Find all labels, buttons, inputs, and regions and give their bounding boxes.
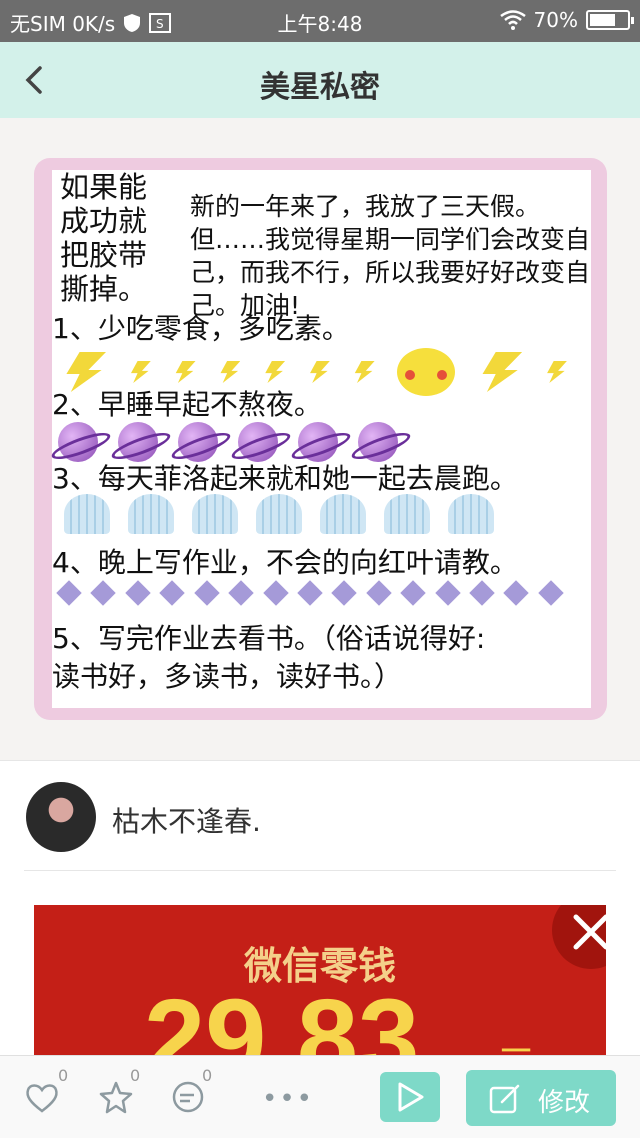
planet-decoration-row <box>58 422 398 462</box>
bottom-action-bar: 0 0 0 ••• 修改 <box>0 1055 640 1138</box>
ad-amount: 29.83 <box>144 977 420 1065</box>
favorite-count: 0 <box>130 1066 141 1085</box>
shell-icon <box>384 494 430 534</box>
bolt-icon <box>354 361 375 383</box>
post-item-1: 1、少吃零食，多吃素。 <box>52 312 350 345</box>
post-image-card[interactable]: 如果能 成功就 把胶带 撕掉。 新的一年来了，我放了三天假。但……我觉得星期一同… <box>34 158 607 720</box>
crystal-icon <box>366 580 392 606</box>
shell-icon <box>128 494 174 534</box>
crystal-icon <box>262 580 289 606</box>
edit-button[interactable]: 修改 <box>466 1070 616 1126</box>
crystal-icon <box>469 580 495 606</box>
status-right: 70% <box>499 8 634 32</box>
bolt-icon <box>310 361 330 383</box>
battery-icon <box>586 10 634 30</box>
play-button[interactable] <box>380 1072 440 1122</box>
bolt-icon <box>547 361 567 383</box>
planet-icon <box>358 422 398 462</box>
post-item-2: 2、早睡早起不熬夜。 <box>52 388 322 421</box>
side-note: 如果能 成功就 把胶带 撕掉。 <box>60 170 147 306</box>
wifi-icon <box>499 10 526 30</box>
bolt-icon <box>175 361 196 383</box>
shell-icon <box>64 494 110 534</box>
planet-icon <box>178 422 218 462</box>
crystal-icon <box>56 580 82 606</box>
status-bar: 无SIM 0K/s S 上午8:48 70% <box>0 0 640 42</box>
side-line: 把胶带 <box>60 238 148 272</box>
bolt-icon <box>482 352 523 392</box>
crystal-icon <box>434 580 461 606</box>
more-icon[interactable]: ••• <box>262 1084 314 1114</box>
side-line: 撕掉。 <box>60 272 148 306</box>
crystal-icon <box>125 580 151 606</box>
post-item-5-cont: 读书好，多读书，读好书。） <box>52 660 403 693</box>
side-line: 成功就 <box>60 204 148 238</box>
comment-icon[interactable] <box>170 1080 206 1116</box>
bolt-icon <box>130 361 151 383</box>
shell-decoration-row <box>64 494 494 534</box>
bolt-icon <box>265 361 286 383</box>
post-item-4: 4、晚上写作业，不会的向红叶请教。 <box>52 546 518 579</box>
crystal-icon <box>538 580 564 606</box>
crystal-icon <box>228 580 254 606</box>
side-line: 如果能 <box>60 170 148 204</box>
shell-icon <box>256 494 302 534</box>
planet-icon <box>58 422 98 462</box>
post-image-content: 如果能 成功就 把胶带 撕掉。 新的一年来了，我放了三天假。但……我觉得星期一同… <box>52 170 591 708</box>
bolt-icon <box>220 361 241 383</box>
close-icon <box>573 914 606 950</box>
edit-icon <box>489 1084 520 1114</box>
avatar[interactable] <box>26 782 96 852</box>
divider <box>24 870 616 871</box>
shell-icon <box>320 494 366 534</box>
author-name[interactable]: 枯木不逢春. <box>112 800 261 840</box>
edit-label: 修改 <box>538 1088 591 1118</box>
play-icon <box>398 1082 424 1112</box>
crystal-icon <box>503 580 530 606</box>
battery-percent: 70% <box>533 8 578 32</box>
ad-close-button[interactable] <box>552 905 606 969</box>
shell-icon <box>192 494 238 534</box>
crystal-icon <box>90 580 117 606</box>
pikachu-icon <box>397 348 456 396</box>
heart-icon[interactable] <box>24 1080 60 1116</box>
star-icon[interactable] <box>98 1080 134 1116</box>
crystal-icon <box>400 580 426 606</box>
crystal-icon <box>159 580 185 606</box>
nav-bar: 美星私密 <box>0 42 640 118</box>
post-item-3: 3、每天菲洛起来就和她一起去晨跑。 <box>52 462 518 495</box>
crystal-icon <box>331 580 358 606</box>
post-intro: 新的一年来了，我放了三天假。但……我觉得星期一同学们会改变自己，而我不行，所以我… <box>190 192 591 320</box>
crystal-icon <box>193 580 220 606</box>
page-title: 美星私密 <box>260 70 380 105</box>
planet-icon <box>238 422 278 462</box>
crystal-decoration-row <box>56 580 564 606</box>
ad-banner[interactable]: 微信零钱 29.83 元 <box>34 905 606 1065</box>
post-item-5: 5、写完作业去看书。（俗话说得好: <box>52 622 486 655</box>
crystal-icon <box>297 580 323 606</box>
shell-icon <box>448 494 494 534</box>
planet-icon <box>298 422 338 462</box>
planet-icon <box>118 422 158 462</box>
like-count: 0 <box>58 1066 69 1085</box>
comment-count: 0 <box>202 1066 213 1085</box>
